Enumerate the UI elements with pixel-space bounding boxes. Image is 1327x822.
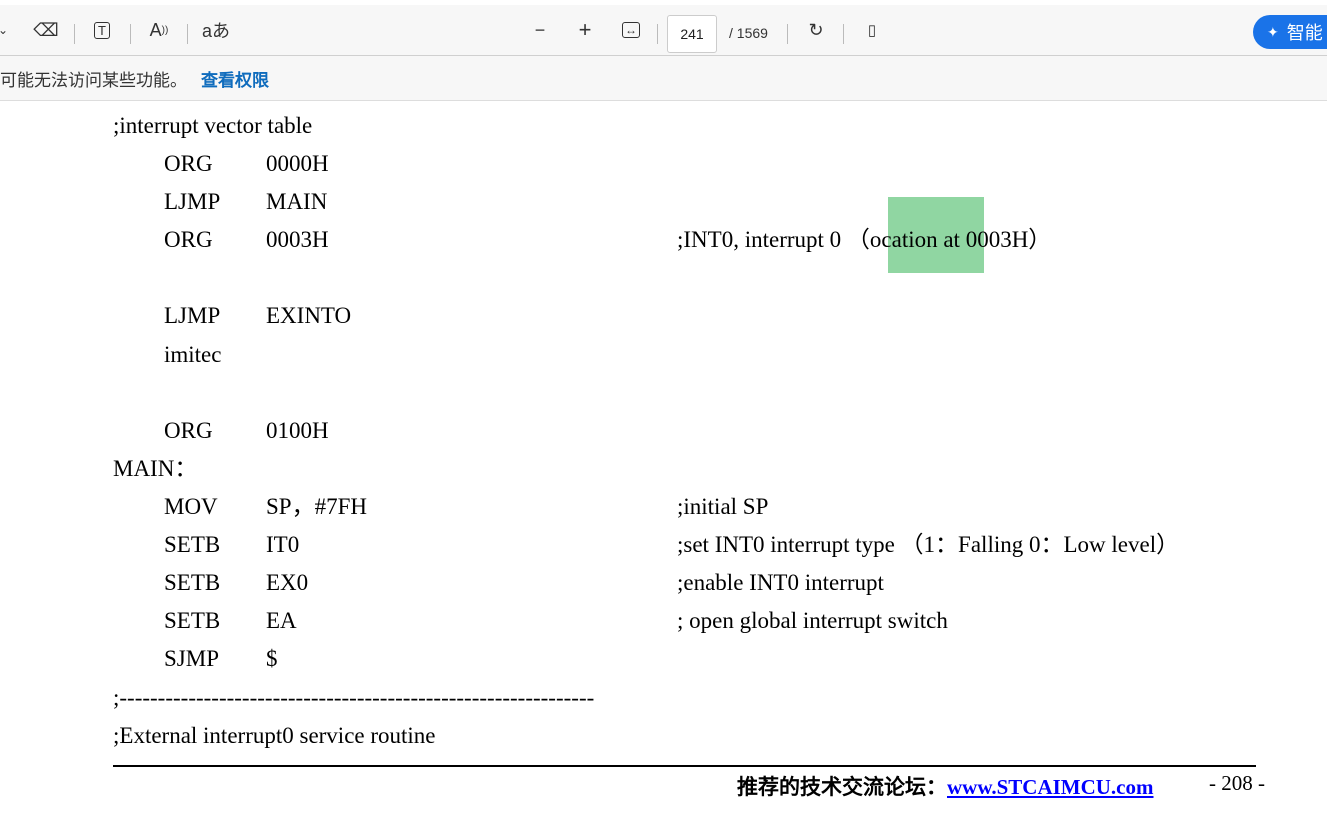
zoom-in-button[interactable]: + [575,17,595,42]
permission-notice: 可能无法访问某些功能。 查看权限 [0,56,1327,101]
divider [74,24,75,44]
code-opcode: SETB [164,532,221,557]
code-operand: EA [266,608,297,633]
code-label: ;---------------------------------------… [113,685,595,710]
code-opcode: ORG [164,418,213,443]
code-operand: EX0 [266,570,309,595]
code-opcode: MOV [164,494,218,519]
code-opcode: LJMP [164,303,221,328]
divider [130,24,131,44]
code-opcode: LJMP [164,189,221,214]
page-number-input[interactable]: 241 [667,15,717,53]
code-operand: EXINTO [266,303,352,328]
code-operand: SP，#7FH [266,494,367,519]
code-operand: 0100H [266,418,329,443]
page-view-icon[interactable]: ▯ [860,19,884,41]
page-total: / 1569 [729,25,768,41]
code-opcode: imitec [164,342,222,367]
code-label: ;interrupt vector table [113,113,313,138]
eraser-icon[interactable]: ⌫ [33,19,58,41]
code-opcode: SETB [164,570,221,595]
code-label: MAIN： [113,456,198,481]
ai-icon: ✦ [1267,23,1279,40]
chevron-down-icon[interactable]: ⌄ [0,19,10,41]
code-operand: 0003H [266,227,329,252]
ai-label: 智能 [1286,23,1323,43]
code-operand: $ [266,646,278,671]
code-operand: MAIN [266,189,328,214]
code-comment: ;INT0, interrupt 0 （ocation at 0003H） [677,227,1052,252]
footer-rule [113,765,1256,767]
code-opcode: ORG [164,151,213,176]
footer-forum: 推荐的技术交流论坛：www.STCAIMCU.com [737,771,1154,801]
code-opcode: SJMP [164,646,219,671]
code-comment: ;initial SP [677,494,769,519]
code-comment: ;set INT0 interrupt type （1：Falling 0：Lo… [677,532,1180,557]
code-comment: ; open global interrupt switch [677,608,948,633]
pdf-page: ;interrupt vector table ORG 0000H LJMP MAIN O… [0,101,1327,822]
page-number: - 208 - [1209,771,1265,795]
code-operand: 0000H [266,151,329,176]
code-operand: IT0 [266,532,300,557]
divider [787,24,788,44]
divider [187,24,188,44]
code-comment: ;enable INT0 interrupt [677,570,884,595]
view-permissions-link[interactable]: 查看权限 [201,66,269,91]
forum-label: 推荐的技术交流论坛： [737,775,947,799]
text-box-icon[interactable]: T [90,19,114,41]
code-label: ;External interrupt0 service routine [113,723,436,748]
code-opcode: ORG [164,227,213,252]
zoom-out-button[interactable]: − [530,19,550,41]
rotate-icon[interactable]: ↻ [804,19,828,41]
pdf-toolbar: ⌄ ⌫ T A)) aあ − + ↔ 241 / 1569 ↻ ▯ ✦ 智能 [0,0,1327,56]
forum-link[interactable]: www.STCAIMCU.com [947,775,1154,799]
code-opcode: SETB [164,608,221,633]
fit-width-icon[interactable]: ↔ [619,19,643,41]
read-aloud-icon[interactable]: A)) [147,19,171,41]
notice-text: 可能无法访问某些功能。 [0,70,187,90]
divider [843,24,844,44]
ai-assistant-button[interactable]: ✦ 智能 [1253,15,1327,49]
translate-icon[interactable]: aあ [202,19,230,41]
divider [657,24,658,44]
